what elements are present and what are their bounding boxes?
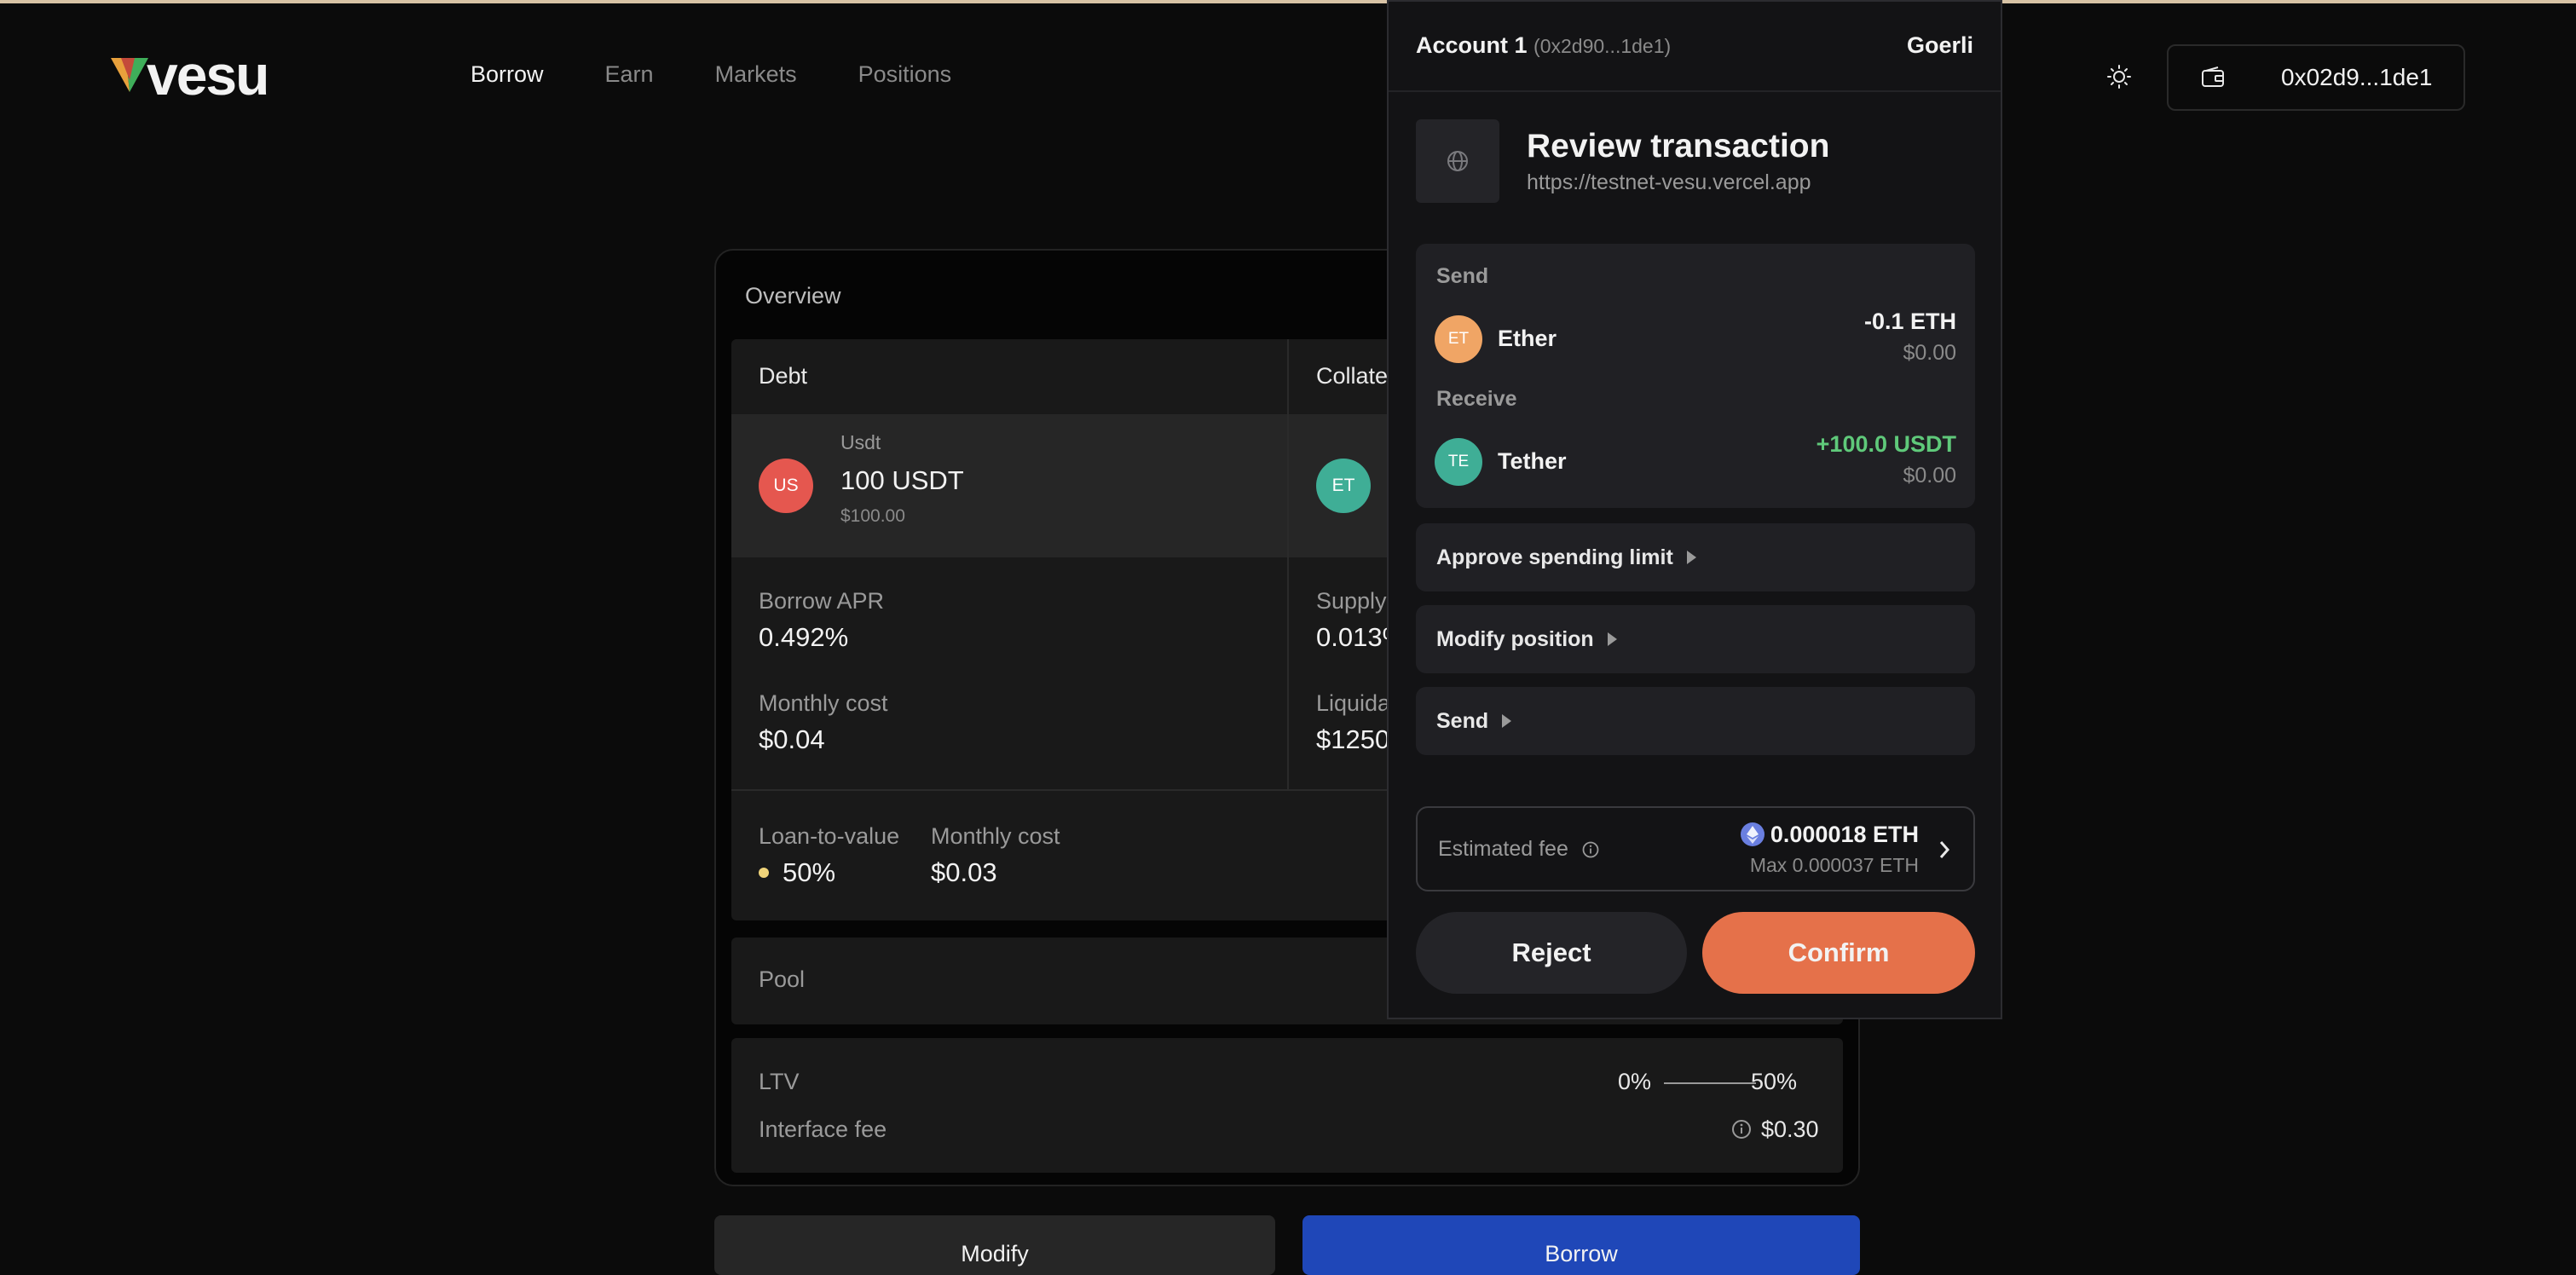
review-title: Review transaction [1527,128,1830,164]
nav-positions[interactable]: Positions [858,61,952,88]
overview-title: Overview [745,283,841,309]
tether-token-icon: TE [1435,438,1482,486]
estimated-fee-box[interactable]: Estimated fee 0.000018 ETH Max 0.000037 … [1416,806,1975,891]
send-amount: -0.1 ETH [1863,309,1956,334]
chevron-right-icon [1939,841,1950,858]
main-nav: Borrow Earn Markets Positions [471,61,951,88]
ether-token-icon: ET [1435,315,1482,363]
send-token-name: Ether [1498,326,1557,351]
interface-fee-label: Interface fee [759,1116,887,1142]
liquidation-label: Liquida [1316,690,1391,716]
debt-token-name: Usdt [840,431,881,453]
account-address: (0x2d90...1de1) [1533,35,1672,57]
wallet-button[interactable]: 0x02d9...1de1 [2167,44,2465,111]
confirm-button[interactable]: Confirm [1702,912,1975,994]
ltv-label: LTV [759,1069,800,1094]
receive-section-label: Receive [1436,387,1517,411]
wallet-confirmation-popup: Account 1 (0x2d90...1de1) Goerli Review … [1387,0,2002,1019]
globe-icon [1447,151,1468,171]
borrow-apr-label: Borrow APR [759,588,885,614]
fee-label-text: Estimated fee [1438,837,1568,861]
column-divider [1287,339,1289,789]
sun-icon [2107,65,2131,89]
nav-borrow[interactable]: Borrow [471,61,544,88]
modify-position-label: Modify position [1436,626,1594,651]
wallet-address: 0x02d9...1de1 [2281,64,2433,90]
ltv-summary-value: 50% [783,857,836,887]
summary-monthly-cost-label: Monthly cost [931,823,1060,849]
summary-monthly-cost-value: $0.03 [931,857,997,887]
ltv-panel: LTV 0% 50% Interface fee $0.30 [731,1038,1843,1173]
top-accent-bar [0,0,2576,3]
caret-right-icon [1686,551,1696,564]
account-info[interactable]: Account 1 (0x2d90...1de1) [1416,32,1671,59]
debt-monthly-cost-value: $0.04 [759,724,825,754]
vesu-logo[interactable]: vesu [109,43,269,107]
transaction-summary: Send ET Ether -0.1 ETH $0.00 Receive TE … [1416,244,1975,508]
dapp-url: https://testnet-vesu.vercel.app [1527,170,1811,194]
estimated-fee-value: 0.000018 ETH [1770,822,1919,847]
info-icon[interactable] [1730,1118,1753,1140]
theme-toggle-button[interactable] [2104,61,2134,92]
eth-icon [1741,822,1765,846]
max-fee-value: Max 0.000037 ETH [1749,854,1919,876]
logo-mark-icon [111,58,148,92]
debt-monthly-cost-label: Monthly cost [759,690,888,716]
ltv-to: 50% [1751,1069,1798,1094]
send-section-label: Send [1436,264,1489,288]
account-name: Account 1 [1416,32,1528,58]
network-name[interactable]: Goerli [1907,32,1973,59]
ltv-status-dot [759,868,769,878]
send-usd: $0.00 [1903,341,1956,365]
receive-amount: +100.0 USDT [1816,431,1956,457]
eth-token-icon: ET [1316,459,1371,513]
pool-label: Pool [759,966,806,992]
receive-usd: $0.00 [1903,464,1956,488]
caret-right-icon [1607,632,1617,646]
approve-spending-limit-label: Approve spending limit [1436,545,1673,569]
estimated-fee-label: Estimated fee [1438,837,1600,862]
reject-button[interactable]: Reject [1416,912,1687,994]
modify-position-toggle[interactable]: Modify position [1416,605,1975,673]
debt-usd-value: $100.00 [840,506,905,526]
send-call-toggle[interactable]: Send [1416,687,1975,755]
supply-label: Supply [1316,588,1387,614]
debt-amount: 100 USDT [840,465,964,495]
nav-earn[interactable]: Earn [605,61,654,88]
liquidation-value: $1250 [1316,724,1390,754]
approve-spending-limit-toggle[interactable]: Approve spending limit [1416,523,1975,591]
nav-markets[interactable]: Markets [715,61,797,88]
ltv-from: 0% [1618,1069,1652,1094]
usdt-token-icon: US [759,459,813,513]
receive-token-name: Tether [1498,448,1567,474]
wallet-icon [2202,66,2224,87]
caret-right-icon [1502,714,1512,728]
send-call-label: Send [1436,708,1489,733]
debt-heading: Debt [759,363,808,389]
logo-text: vesu [147,43,269,107]
debt-asset-row: US Usdt 100 USDT $100.00 [731,414,1287,557]
arrow-right-icon [1664,1082,1756,1084]
ltv-summary-label: Loan-to-value [759,823,900,849]
site-icon [1416,119,1499,203]
borrow-apr-value: 0.492% [759,622,849,652]
info-icon[interactable] [1581,840,1600,859]
popup-header: Account 1 (0x2d90...1de1) Goerli [1389,2,2001,92]
interface-fee-value: $0.30 [1761,1116,1819,1142]
collateral-heading: Collate [1316,363,1389,389]
